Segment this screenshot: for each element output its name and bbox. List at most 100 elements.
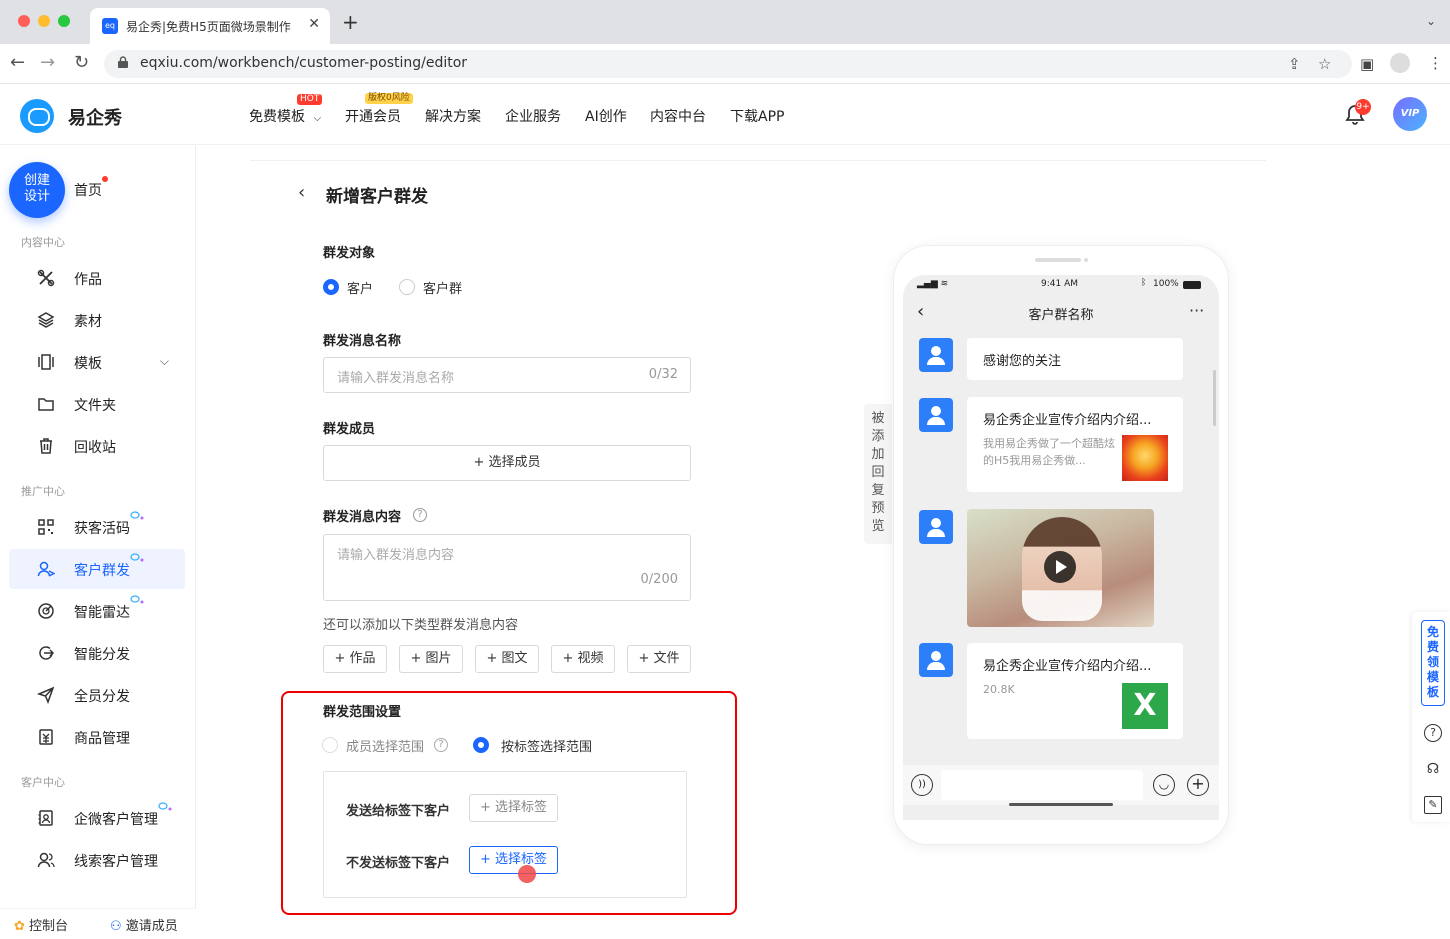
radio-customer-group[interactable] [399, 279, 415, 295]
invite-member-link[interactable]: ⚇ 邀请成员 [110, 915, 178, 934]
message-link-card: 易企秀企业宣传介绍内介绍... 我用易企秀做了一个超酷炫的H5我用易企秀做... [967, 397, 1183, 492]
signal-icon: ▂▄▆ ≋ [917, 279, 949, 289]
sidebar-item-live-qrcode[interactable]: 获客活码 [9, 507, 185, 547]
console-link[interactable]: ✿ 控制台 [14, 915, 68, 934]
play-icon[interactable] [1044, 551, 1076, 583]
sidebar-item-templates[interactable]: 模板 ⌵ [9, 342, 185, 382]
logo-icon[interactable] [20, 99, 54, 133]
page-title: 新增客户群发 [326, 187, 428, 207]
new-tab-icon[interactable]: + [342, 10, 359, 34]
back-icon[interactable]: ← [10, 52, 25, 73]
sidebar-item-label: 文件夹 [74, 398, 116, 414]
distribute-icon [39, 646, 55, 660]
url-field[interactable]: eqxiu.com/workbench/customer-posting/edi… [104, 50, 1352, 78]
maximize-window-button[interactable] [58, 15, 70, 27]
sidepanel-icon[interactable]: ▣ [1360, 55, 1374, 73]
sidebar-item-wecom-customers[interactable]: 企微客户管理 [9, 798, 185, 838]
sidebar-item-recycle-bin[interactable]: 回收站 [9, 426, 185, 466]
nav-free-templates[interactable]: 免费模板 ⌵ [249, 106, 321, 126]
radar-icon [38, 603, 54, 619]
nav-solutions[interactable]: 解决方案 [425, 106, 481, 126]
radio-customer-group-label[interactable]: 客户群 [423, 278, 462, 297]
forward-icon[interactable]: → [40, 52, 55, 73]
copyright-badge: 版权0风险 [365, 93, 413, 104]
sidebar-item-label: 素材 [74, 314, 102, 330]
close-window-button[interactable] [18, 15, 30, 27]
close-tab-icon[interactable]: ✕ [308, 16, 320, 32]
radio-tag-range[interactable] [473, 737, 489, 753]
file-size: 20.8K [983, 683, 1015, 696]
sidebar-item-smart-radar[interactable]: 智能雷达 [9, 591, 185, 631]
headset-icon[interactable]: ☊ [1424, 760, 1442, 778]
add-file-button[interactable]: + 文件 [627, 645, 691, 673]
message-name-placeholder: 请输入群发消息名称 [337, 371, 455, 386]
free-template-button[interactable]: 免费领模板 [1421, 620, 1445, 706]
message-name-input[interactable]: 请输入群发消息名称 0/32 [323, 357, 691, 393]
sidebar-item-customer-broadcast[interactable]: 客户群发 [9, 549, 185, 589]
help-icon[interactable]: ? [434, 738, 448, 752]
sidebar-item-folders[interactable]: 文件夹 [9, 384, 185, 424]
nav-membership[interactable]: 开通会员 [345, 106, 401, 126]
phone-speaker [1035, 258, 1081, 262]
voice-icon[interactable]: )) [911, 774, 933, 796]
users-icon [37, 852, 55, 868]
brand-name[interactable]: 易企秀 [68, 104, 122, 130]
radio-customer-label[interactable]: 客户 [347, 278, 373, 297]
tab-search-chevron-icon[interactable]: ⌄ [1426, 14, 1436, 28]
bookmark-star-icon[interactable]: ☆ [1318, 55, 1331, 73]
add-article-button[interactable]: + 图文 [475, 645, 539, 673]
select-include-tag-button[interactable]: + 选择标签 [469, 794, 558, 822]
sidebar-item-lead-customers[interactable]: 线索客户管理 [9, 840, 185, 880]
nav-ai-creation[interactable]: AI创作 [585, 106, 627, 126]
radio-customer[interactable] [323, 279, 339, 295]
battery-percent: 100% [1153, 279, 1179, 289]
chat-text-input[interactable] [941, 770, 1143, 800]
message-content-textarea[interactable]: 请输入群发消息内容 0/200 [323, 534, 691, 601]
chat-more-icon[interactable]: ··· [1189, 301, 1204, 320]
sidebar-item-works[interactable]: 作品 [9, 258, 185, 298]
select-exclude-tag-button[interactable]: + 选择标签 [469, 846, 558, 874]
select-members-button[interactable]: + 选择成员 [323, 445, 691, 481]
chat-scrollbar[interactable] [1213, 370, 1216, 426]
sidebar-item-smart-distribution[interactable]: 智能分发 [9, 633, 185, 673]
radio-member-range-label[interactable]: 成员选择范围 [346, 736, 424, 755]
radio-member-range[interactable] [322, 737, 338, 753]
feedback-icon[interactable]: ✎ [1424, 796, 1442, 814]
minimize-window-button[interactable] [38, 15, 50, 27]
more-menu-icon[interactable]: ⋮ [1428, 54, 1443, 72]
back-chevron-icon[interactable]: ‹ [298, 182, 305, 203]
vip-avatar[interactable]: VIP [1393, 97, 1427, 131]
chat-title: 客户群名称 [1028, 308, 1094, 323]
add-image-button[interactable]: + 图片 [399, 645, 463, 673]
notification-badge: 9+ [1355, 99, 1371, 115]
home-red-dot [102, 176, 108, 182]
add-user-icon: ⚇ [110, 919, 122, 934]
help-icon[interactable]: ? [1424, 724, 1442, 742]
sidebar-item-materials[interactable]: 素材 [9, 300, 185, 340]
lock-icon [118, 56, 128, 68]
chevron-down-icon[interactable]: ⌵ [160, 354, 169, 369]
share-icon[interactable]: ⇪ [1288, 55, 1301, 73]
browser-tab[interactable]: eq 易企秀|免费H5页面微场景制作 ✕ [90, 8, 330, 44]
reply-preview-tab[interactable]: 被添加回复预览 [864, 404, 892, 544]
folder-icon [38, 398, 54, 411]
nav-content-center[interactable]: 内容中台 [650, 106, 706, 126]
add-video-button[interactable]: + 视频 [551, 645, 615, 673]
emoji-icon[interactable]: ◡ [1153, 774, 1175, 796]
nav-download-app[interactable]: 下载APP [730, 106, 784, 126]
sidebar-bottom-bar: ✿ 控制台 ⚇ 邀请成员 [0, 908, 196, 939]
sidebar: 创建 设计 首页 内容中心 作品 素材 模板 ⌵ 文件夹 回收站 推广中心 获客… [0, 146, 196, 939]
profile-icon[interactable] [1390, 53, 1410, 73]
sidebar-item-home[interactable]: 首页 [74, 180, 102, 200]
sidebar-item-product-management[interactable]: 商品管理 [9, 717, 185, 757]
nav-enterprise-services[interactable]: 企业服务 [505, 106, 561, 126]
radio-tag-range-label[interactable]: 按标签选择范围 [501, 736, 592, 755]
message-content-placeholder: 请输入群发消息内容 [337, 548, 455, 563]
reload-icon[interactable]: ↻ [74, 52, 89, 73]
add-work-button[interactable]: + 作品 [323, 645, 387, 673]
create-design-button[interactable]: 创建 设计 [9, 162, 65, 218]
help-icon[interactable]: ? [413, 508, 427, 522]
sidebar-item-staff-distribution[interactable]: 全员分发 [9, 675, 185, 715]
plus-icon[interactable]: + [1187, 774, 1209, 796]
exclude-tag-label: 不发送标签下客户 [346, 856, 451, 871]
